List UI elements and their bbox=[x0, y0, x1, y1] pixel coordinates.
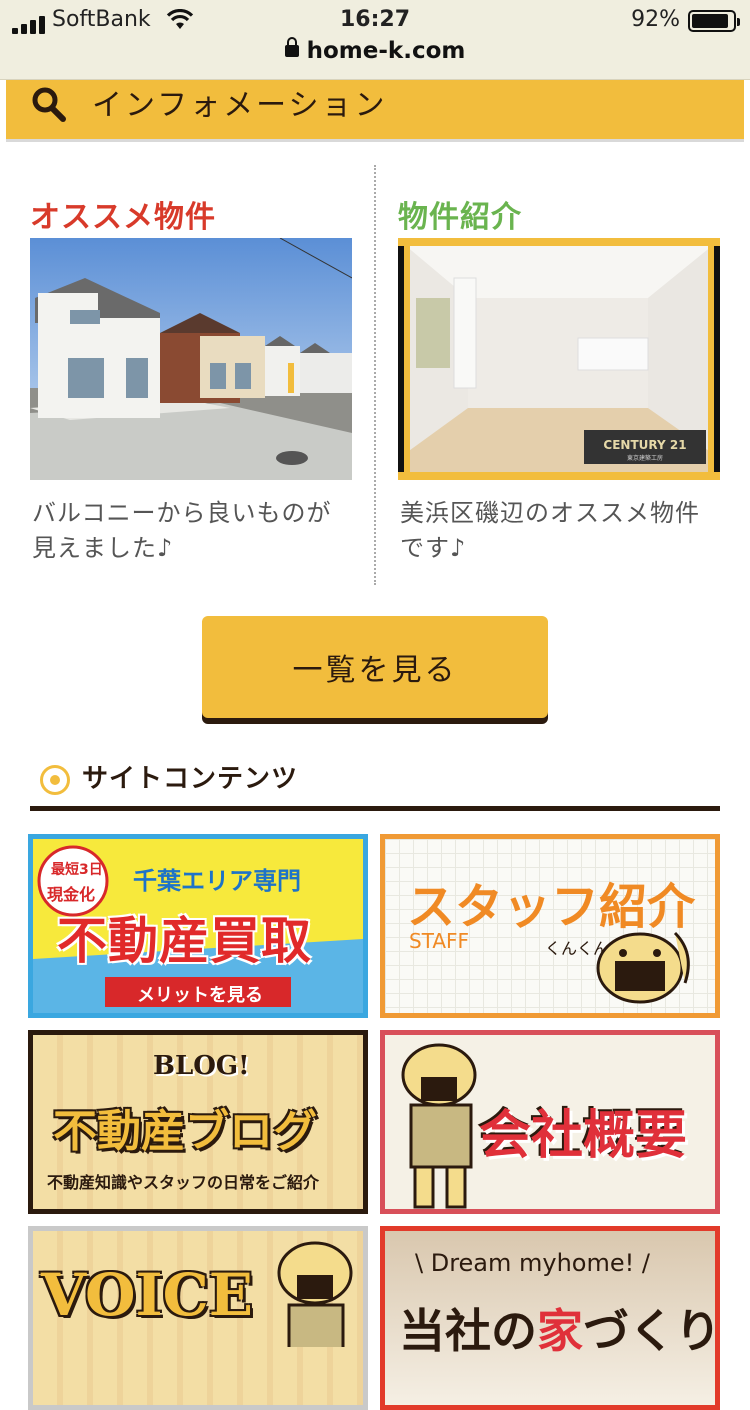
staff-intro-banner[interactable]: スタッフ紹介 STAFF くんくん bbox=[380, 834, 720, 1018]
site-contents-heading: サイトコンテンツ bbox=[40, 758, 298, 795]
battery-icon bbox=[688, 10, 740, 32]
blog-tag: BLOG! bbox=[153, 1051, 250, 1081]
property-intro-caption[interactable]: 美浜区磯辺のオススメ物件です♪ bbox=[400, 496, 720, 566]
view-all-button[interactable]: 一覧を見る bbox=[202, 616, 548, 718]
century21-logo-sub: 東京建築工房 bbox=[627, 454, 663, 462]
company-profile-banner[interactable]: 会社概要 bbox=[380, 1030, 720, 1214]
property-intro-column: 物件紹介 bbox=[398, 192, 720, 236]
recommended-heading: オススメ物件 bbox=[30, 200, 216, 235]
target-icon bbox=[40, 764, 70, 795]
blog-sub: 不動産知識やスタッフの日常をご紹介 bbox=[47, 1173, 320, 1192]
dream-main: 当社の家づくり bbox=[399, 1304, 715, 1358]
section-divider bbox=[30, 806, 720, 811]
property-interior-photo[interactable]: CENTURY 21 東京建築工房 bbox=[398, 238, 720, 480]
dog-in-suit-icon bbox=[401, 1043, 477, 1209]
real-estate-blog-banner[interactable]: BLOG! 不動産ブログ 不動産知識やスタッフの日常をご紹介 bbox=[28, 1030, 368, 1214]
kaitori-cta: メリットを見る bbox=[137, 985, 263, 1006]
site-contents-title: サイトコンテンツ bbox=[82, 764, 299, 794]
kaitori-sub: 千葉エリア専門 bbox=[133, 867, 301, 895]
lock-icon bbox=[284, 37, 299, 57]
company-main: 会社概要 bbox=[479, 1106, 688, 1166]
browser-status-bar: SoftBank 16:27 92% home-k.com bbox=[0, 0, 750, 80]
information-header[interactable]: インフォメーション bbox=[6, 80, 744, 142]
customer-voice-banner[interactable]: VOICE bbox=[28, 1226, 368, 1410]
kaitori-badge-top: 最短3日 bbox=[51, 862, 103, 878]
staff-sub: STAFF bbox=[409, 929, 470, 953]
recommended-caption[interactable]: バルコニーから良いものが見えました♪ bbox=[32, 496, 352, 566]
house-exterior-image bbox=[30, 238, 352, 480]
century21-logo: CENTURY 21 bbox=[603, 438, 686, 452]
dog-pointing-icon bbox=[277, 1241, 353, 1347]
address-bar[interactable]: home-k.com bbox=[0, 37, 750, 64]
recommended-column: オススメ物件 bbox=[30, 192, 355, 236]
column-divider bbox=[374, 165, 376, 585]
recommended-house-photo[interactable] bbox=[30, 238, 352, 480]
dream-sub: \ Dream myhome! / bbox=[415, 1249, 650, 1277]
house-building-banner[interactable]: \ Dream myhome! / 当社の家づくり bbox=[380, 1226, 720, 1410]
url-text: home-k.com bbox=[306, 38, 466, 64]
property-intro-heading: 物件紹介 bbox=[398, 200, 522, 235]
battery-percent: 92% bbox=[631, 7, 680, 32]
interior-image: CENTURY 21 東京建築工房 bbox=[398, 238, 720, 480]
dog-mascot-icon bbox=[596, 931, 690, 1004]
blog-main: 不動産ブログ bbox=[53, 1106, 317, 1157]
search-icon bbox=[32, 87, 66, 122]
dream-main-accent: 家 bbox=[537, 1304, 583, 1358]
kaitori-main: 不動産買取 bbox=[57, 912, 312, 970]
voice-main: VOICE bbox=[41, 1261, 254, 1329]
information-label: インフォメーション bbox=[92, 88, 388, 123]
real-estate-purchase-banner[interactable]: 最短3日 現金化 千葉エリア専門 不動産買取 メリットを見る bbox=[28, 834, 368, 1018]
